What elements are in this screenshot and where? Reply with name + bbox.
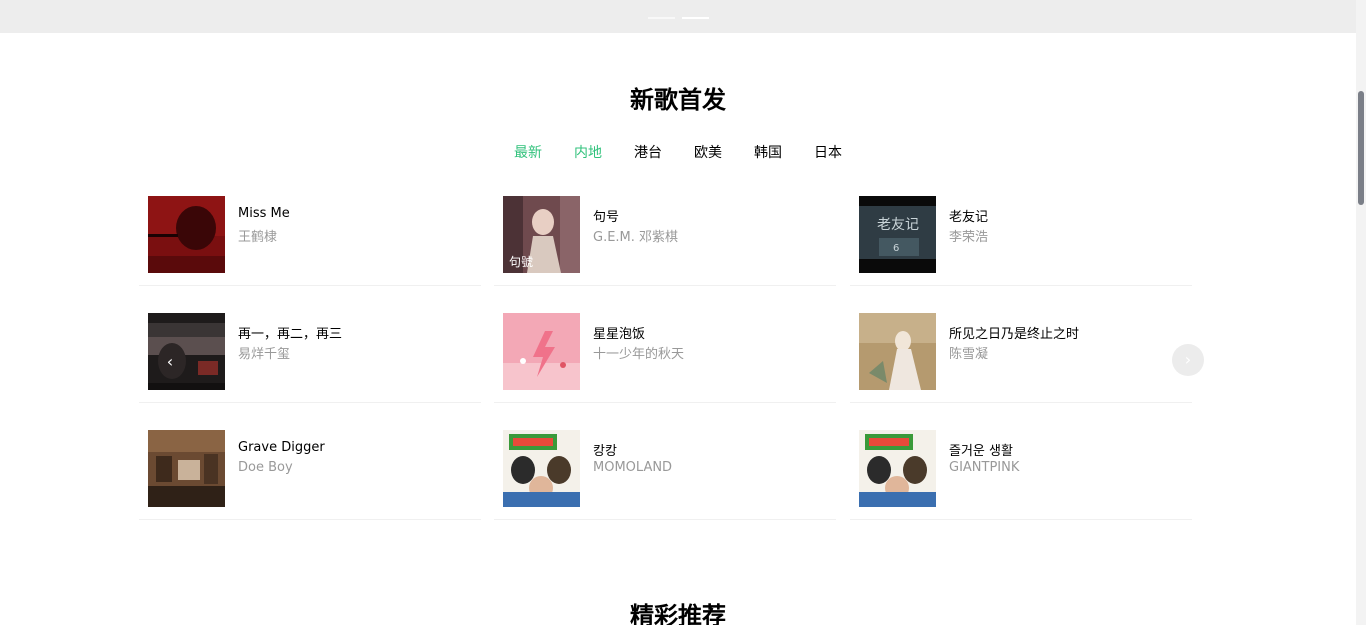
- banner-carousel-bottom: [0, 0, 1356, 33]
- song-artist[interactable]: Doe Boy: [238, 460, 293, 475]
- album-cover[interactable]: [859, 313, 936, 390]
- song-artist[interactable]: GIANTPINK: [949, 460, 1019, 475]
- album-cover[interactable]: [503, 430, 580, 507]
- song-item[interactable]: 再一，再二，再三 易烊千玺: [139, 303, 481, 403]
- song-name[interactable]: 즐거운 생활: [949, 440, 1013, 459]
- song-item[interactable]: 캉캉 MOMOLAND: [494, 420, 836, 520]
- album-cover[interactable]: 老友记 6: [859, 196, 936, 273]
- carousel-dot-2[interactable]: [682, 17, 709, 19]
- section-title-new-songs: 新歌首发: [630, 86, 726, 114]
- song-name[interactable]: Miss Me: [238, 206, 290, 221]
- song-item[interactable]: Grave Digger Doe Boy: [139, 420, 481, 520]
- album-cover[interactable]: [503, 313, 580, 390]
- scrollbar-thumb[interactable]: [1358, 91, 1364, 205]
- tab-latest[interactable]: 最新: [498, 142, 558, 162]
- album-cover[interactable]: 句號: [503, 196, 580, 273]
- song-name[interactable]: 句号: [593, 206, 619, 225]
- tab-korea[interactable]: 韩国: [738, 142, 798, 162]
- chevron-left-icon[interactable]: ‹: [160, 346, 180, 378]
- tab-japan[interactable]: 日本: [798, 142, 858, 162]
- tab-mainland[interactable]: 内地: [558, 142, 618, 162]
- song-artist[interactable]: 陈雪凝: [949, 343, 988, 362]
- region-tabs: 最新 内地 港台 欧美 韩国 日本: [0, 142, 1356, 162]
- song-artist[interactable]: G.E.M. 邓紫棋: [593, 226, 678, 245]
- song-item[interactable]: 老友记 6 老友记 李荣浩: [850, 186, 1192, 286]
- svg-text:句號: 句號: [509, 255, 533, 269]
- svg-text:6: 6: [893, 243, 899, 254]
- song-item[interactable]: Miss Me 王鹤棣: [139, 186, 481, 286]
- song-name[interactable]: 星星泡饭: [593, 323, 645, 342]
- tab-west[interactable]: 欧美: [678, 142, 738, 162]
- album-cover[interactable]: [859, 430, 936, 507]
- song-item[interactable]: 所见之日乃是终止之时 陈雪凝: [850, 303, 1192, 403]
- song-artist[interactable]: 王鹤棣: [238, 226, 277, 245]
- album-cover[interactable]: [148, 313, 225, 390]
- album-cover[interactable]: [148, 196, 225, 273]
- song-item[interactable]: 句號 句号 G.E.M. 邓紫棋: [494, 186, 836, 286]
- section-title-recommend: 精彩推荐: [630, 602, 726, 625]
- song-name[interactable]: 老友记: [949, 206, 988, 225]
- song-artist[interactable]: 易烊千玺: [238, 343, 290, 362]
- song-name[interactable]: 再一，再二，再三: [238, 323, 342, 342]
- chevron-right-icon[interactable]: ›: [1172, 344, 1204, 376]
- song-item[interactable]: 즐거운 생활 GIANTPINK: [850, 420, 1192, 520]
- scrollbar[interactable]: [1356, 0, 1366, 625]
- song-item[interactable]: 星星泡饭 十一少年的秋天: [494, 303, 836, 403]
- song-artist[interactable]: 李荣浩: [949, 226, 988, 245]
- song-name[interactable]: 캉캉: [593, 440, 617, 459]
- song-name[interactable]: 所见之日乃是终止之时: [949, 323, 1079, 342]
- svg-text:老友记: 老友记: [877, 217, 919, 233]
- song-artist[interactable]: MOMOLAND: [593, 460, 672, 475]
- carousel-dot-1[interactable]: [648, 17, 675, 19]
- tab-hk-tw[interactable]: 港台: [618, 142, 678, 162]
- song-artist[interactable]: 十一少年的秋天: [593, 343, 684, 362]
- album-cover[interactable]: [148, 430, 225, 507]
- song-name[interactable]: Grave Digger: [238, 440, 325, 455]
- page: 新歌首发 最新 内地 港台 欧美 韩国 日本 Miss Me 王鹤棣 句號 句号…: [0, 0, 1366, 625]
